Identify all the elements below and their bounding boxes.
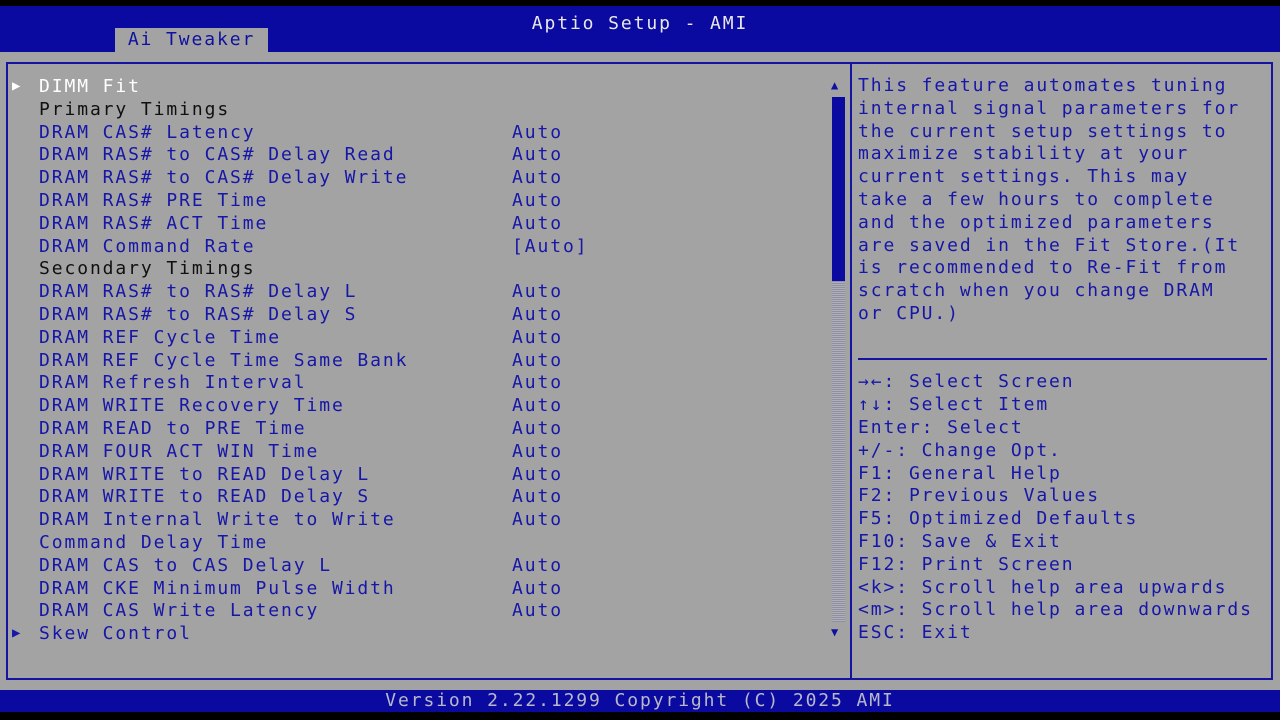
key-hint: +/-: Change Opt.: [858, 439, 1062, 461]
key-hint: F2: Previous Values: [858, 485, 1101, 507]
help-text-line: maximize stability at your: [858, 143, 1190, 165]
key-hint: →←: Select Screen: [858, 371, 1075, 393]
setting-value[interactable]: Auto: [512, 303, 563, 326]
menu-item-label[interactable]: DRAM RAS# to CAS# Delay Write: [39, 166, 408, 189]
help-text-line: This feature automates tuning: [858, 75, 1228, 96]
help-text-line: are saved in the Fit Store.(It: [858, 234, 1241, 256]
menu-item-label[interactable]: DRAM CAS# Latency: [39, 121, 256, 144]
menu-item-label[interactable]: DRAM WRITE to READ Delay S: [39, 485, 370, 508]
key-hint: Enter: Select: [858, 417, 1024, 438]
scroll-up-arrow-icon[interactable]: ▲: [831, 78, 838, 92]
setting-value[interactable]: Auto: [512, 143, 563, 166]
setting-value[interactable]: [Auto]: [512, 235, 588, 258]
key-hint: <m>: Scroll help area downwards: [858, 599, 1253, 621]
menu-item-label[interactable]: DRAM Internal Write to Write: [39, 508, 396, 531]
menu-item-label[interactable]: DRAM FOUR ACT WIN Time: [39, 440, 319, 463]
panel-divider: [850, 62, 852, 680]
key-hint: F5: Optimized Defaults: [858, 508, 1139, 530]
menu-item-label[interactable]: DRAM RAS# PRE Time: [39, 189, 268, 212]
setting-value[interactable]: Auto: [512, 440, 563, 463]
help-text-line: the current setup settings to: [858, 120, 1228, 142]
menu-item-label[interactable]: DRAM WRITE to READ Delay L: [39, 463, 370, 486]
help-text-line: internal signal parameters for: [858, 97, 1241, 119]
section-header: Primary Timings: [39, 98, 231, 120]
menu-item-label[interactable]: DRAM RAS# to RAS# Delay L: [39, 280, 357, 303]
help-text-line: is recommended to Re-Fit from: [858, 257, 1228, 279]
menu-item-label[interactable]: DRAM REF Cycle Time Same Bank: [39, 349, 408, 372]
setting-value[interactable]: Auto: [512, 326, 563, 349]
setting-value[interactable]: Auto: [512, 485, 563, 508]
key-hint: ↑↓: Select Item: [858, 394, 1050, 416]
setting-value[interactable]: Auto: [512, 189, 563, 212]
menu-item-label[interactable]: DRAM CAS Write Latency: [39, 599, 319, 622]
setting-value[interactable]: Auto: [512, 554, 563, 577]
setting-value[interactable]: Auto: [512, 166, 563, 189]
key-hint: ESC: Exit: [858, 622, 973, 644]
setting-value[interactable]: Auto: [512, 508, 563, 531]
setting-value[interactable]: Auto: [512, 463, 563, 486]
key-hint: F10: Save & Exit: [858, 531, 1062, 552]
key-hint: <k>: Scroll help area upwards: [858, 576, 1228, 598]
setting-value[interactable]: Auto: [512, 577, 563, 600]
menu-item-label[interactable]: DRAM RAS# to CAS# Delay Read: [39, 143, 396, 166]
menu-item-label[interactable]: DRAM CKE Minimum Pulse Width: [39, 577, 396, 600]
setting-value[interactable]: Auto: [512, 212, 563, 235]
submenu-item[interactable]: DIMM Fit: [39, 75, 141, 98]
menu-item-label[interactable]: DRAM RAS# to RAS# Delay S: [39, 303, 357, 326]
menu-item-label[interactable]: DRAM REF Cycle Time: [39, 326, 281, 349]
help-text-line: and the optimized parameters: [858, 211, 1215, 233]
help-text-line: scratch when you change DRAM: [858, 280, 1215, 302]
help-text-line: or CPU.): [858, 303, 960, 324]
setting-value[interactable]: Auto: [512, 121, 563, 144]
menu-item-label[interactable]: DRAM Refresh Interval: [39, 371, 306, 394]
menu-item-label[interactable]: DRAM Command Rate: [39, 235, 256, 258]
setting-value[interactable]: Auto: [512, 599, 563, 622]
menu-item-label[interactable]: DRAM CAS to CAS Delay L: [39, 554, 332, 577]
help-separator: [858, 358, 1267, 360]
menu-item-label[interactable]: DRAM RAS# ACT Time: [39, 212, 268, 235]
footer-version: Version 2.22.1299 Copyright (C) 2025 AMI: [0, 690, 1280, 712]
menu-item-label[interactable]: DRAM READ to PRE Time: [39, 417, 306, 440]
setting-value[interactable]: Auto: [512, 349, 563, 372]
tab-ai-tweaker[interactable]: Ai Tweaker: [115, 28, 268, 52]
setting-value[interactable]: Auto: [512, 371, 563, 394]
help-text-line: take a few hours to complete: [858, 189, 1215, 210]
setting-value[interactable]: Auto: [512, 394, 563, 417]
section-header: Secondary Timings: [39, 258, 256, 280]
setting-value[interactable]: Auto: [512, 280, 563, 303]
key-hint: F12: Print Screen: [858, 553, 1075, 575]
key-hint: F1: General Help: [858, 462, 1062, 484]
submenu-arrow-icon: ▶: [12, 625, 23, 642]
submenu-item[interactable]: Skew Control: [39, 622, 192, 645]
setting-value[interactable]: Auto: [512, 417, 563, 440]
menu-item-label[interactable]: DRAM WRITE Recovery Time: [39, 394, 345, 417]
help-text-line: current settings. This may: [858, 166, 1190, 188]
menu-item-label: Command Delay Time: [39, 532, 269, 553]
scroll-down-arrow-icon[interactable]: ▼: [831, 625, 838, 639]
submenu-arrow-icon: ▶: [12, 78, 23, 94]
scrollbar-thumb[interactable]: [832, 97, 845, 281]
